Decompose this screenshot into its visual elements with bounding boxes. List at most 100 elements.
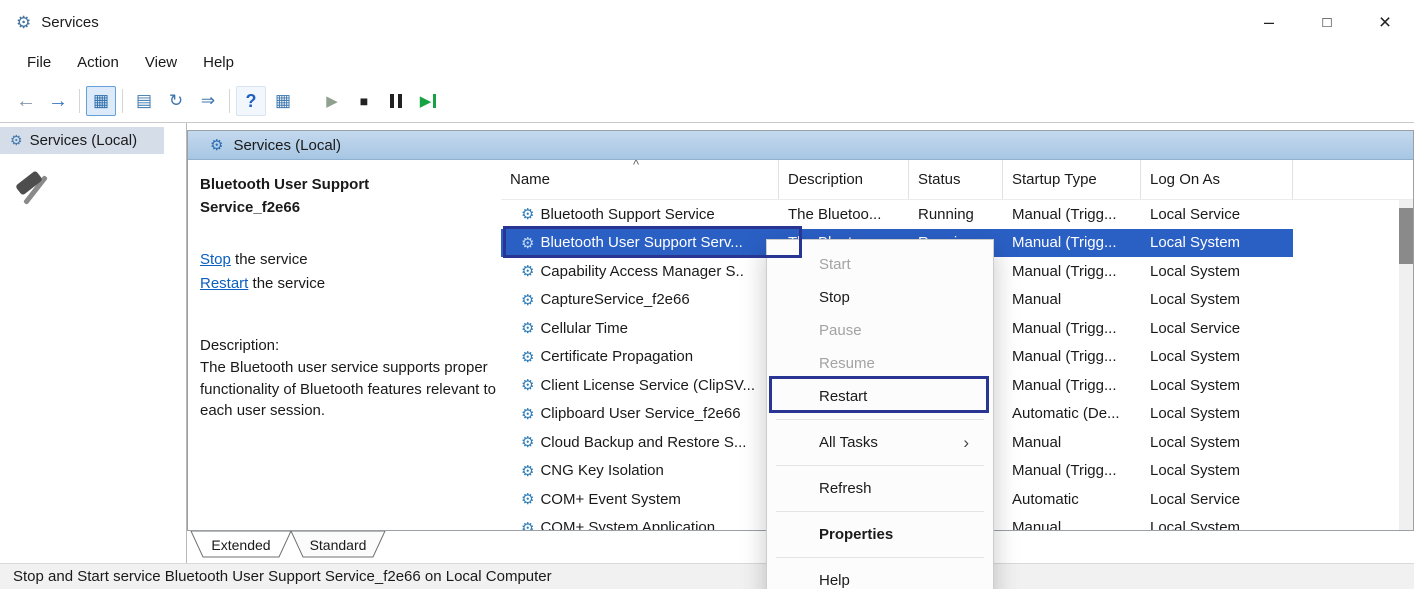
column-header-description[interactable]: Description <box>779 160 909 199</box>
menu-item-label: Help <box>819 572 850 589</box>
table-row[interactable]: ⚙Bluetooth Support Service The Bluetoo..… <box>501 200 1293 229</box>
column-header-startup-type[interactable]: Startup Type <box>1003 160 1141 199</box>
window-title: Services <box>41 14 99 31</box>
menu-help[interactable]: Help <box>190 50 247 75</box>
service-gear-icon: ⚙ <box>521 433 534 451</box>
service-gear-icon: ⚙ <box>521 462 534 480</box>
service-logon: Local System <box>1141 462 1293 479</box>
pause-bar <box>398 94 402 108</box>
service-logon: Local System <box>1141 234 1293 251</box>
menu-item-label: Stop <box>819 289 850 306</box>
context-menu: StartStopPauseResumeRestartAll Tasks›Ref… <box>766 239 994 589</box>
show-console-tree-icon[interactable]: ▦ <box>86 86 116 116</box>
service-startup-type: Manual (Trigg... <box>1003 462 1141 479</box>
close-icon[interactable]: × <box>1356 0 1414 45</box>
service-gear-icon: ⚙ <box>521 348 534 366</box>
description-label: Description: <box>200 335 502 357</box>
service-name: CNG Key Isolation <box>540 462 663 479</box>
menu-file[interactable]: File <box>14 50 64 75</box>
service-detail-pane: Bluetooth User Support Service_f2e66 Sto… <box>188 160 501 530</box>
toolbar: ← → ▦ ▤ ↻ ⇒ ? ▦ ▶ ■ ▶ <box>0 80 1414 123</box>
menu-action[interactable]: Action <box>64 50 132 75</box>
column-header-name[interactable]: Name <box>501 160 779 199</box>
context-menu-item-refresh[interactable]: Refresh <box>767 472 993 505</box>
properties-list-icon[interactable]: ▤ <box>129 86 159 116</box>
service-logon: Local Service <box>1141 491 1293 508</box>
tab-extended-label[interactable]: Extended <box>211 537 270 553</box>
annotation-box-selected-service <box>503 226 802 258</box>
service-logon: Local System <box>1141 263 1293 280</box>
view-tabs: Extended Standard <box>187 531 467 559</box>
service-logon: Local System <box>1141 348 1293 365</box>
menu-item-label: Start <box>819 256 851 273</box>
start-service-icon[interactable]: ▶ <box>317 86 347 116</box>
help-icon[interactable]: ? <box>236 86 266 116</box>
service-name: COM+ System Application <box>540 519 715 530</box>
service-startup-type: Automatic (De... <box>1003 405 1141 422</box>
tab-standard-label[interactable]: Standard <box>310 537 367 553</box>
toolbar-separator <box>79 89 80 113</box>
toolbar-separator <box>229 89 230 113</box>
service-name: Cloud Backup and Restore S... <box>540 434 746 451</box>
menu-view[interactable]: View <box>132 50 190 75</box>
view-panel-icon[interactable]: ▦ <box>268 86 298 116</box>
sort-ascending-icon: ^ <box>633 160 639 172</box>
service-startup-type: Manual (Trigg... <box>1003 320 1141 337</box>
menu-separator <box>776 557 984 558</box>
menu-item-label: Refresh <box>819 480 872 497</box>
service-name: Client License Service (ClipSV... <box>540 377 755 394</box>
service-startup-type: Manual <box>1003 291 1141 308</box>
context-menu-item-properties[interactable]: Properties <box>767 518 993 551</box>
restart-service-icon[interactable]: ▶ <box>413 86 443 116</box>
context-menu-item-all-tasks[interactable]: All Tasks› <box>767 426 993 459</box>
annotation-box-restart <box>769 376 989 413</box>
service-startup-type: Manual <box>1003 519 1141 530</box>
column-header-status[interactable]: Status <box>909 160 1003 199</box>
context-menu-item-help[interactable]: Help <box>767 564 993 589</box>
back-icon[interactable]: ← <box>11 86 41 116</box>
service-startup-type: Automatic <box>1003 491 1141 508</box>
column-header-log-on-as[interactable]: Log On As <box>1141 160 1293 199</box>
service-logon: Local Service <box>1141 206 1293 223</box>
menu-separator <box>776 419 984 420</box>
service-gear-icon: ⚙ <box>521 490 534 508</box>
service-gear-icon: ⚙ <box>521 405 534 423</box>
status-bar: Stop and Start service Bluetooth User Su… <box>0 563 1414 589</box>
description-text: The Bluetooth user service supports prop… <box>200 357 502 422</box>
minimize-icon[interactable]: – <box>1240 0 1298 45</box>
pause-service-icon[interactable] <box>381 86 411 116</box>
maximize-icon[interactable]: □ <box>1298 0 1356 45</box>
service-startup-type: Manual (Trigg... <box>1003 206 1141 223</box>
refresh-icon[interactable]: ↻ <box>161 86 191 116</box>
service-name: Capability Access Manager S.. <box>540 263 743 280</box>
menu-item-label: Resume <box>819 355 875 372</box>
vertical-scrollbar[interactable] <box>1399 200 1413 530</box>
service-startup-type: Manual (Trigg... <box>1003 263 1141 280</box>
status-text: Stop and Start service Bluetooth User Su… <box>13 568 552 585</box>
restart-service-link[interactable]: Restart <box>200 275 248 292</box>
service-logon: Local System <box>1141 405 1293 422</box>
export-list-icon[interactable]: ⇒ <box>193 86 223 116</box>
service-gear-icon: ⚙ <box>521 319 534 337</box>
stop-service-icon[interactable]: ■ <box>349 86 379 116</box>
restart-service-line: Restart the service <box>200 273 491 296</box>
forward-icon[interactable]: → <box>43 86 73 116</box>
menu-item-label: Properties <box>819 526 893 543</box>
stop-service-link[interactable]: Stop <box>200 251 231 268</box>
main-panel-title: Services (Local) <box>233 137 341 154</box>
main-panel-header: ⚙ Services (Local) <box>188 131 1413 160</box>
services-gear-icon: ⚙ <box>10 132 23 149</box>
menu-separator <box>776 465 984 466</box>
toolbar-separator <box>122 89 123 113</box>
context-menu-item-pause: Pause <box>767 314 993 347</box>
service-gear-icon: ⚙ <box>521 205 534 223</box>
service-startup-type: Manual (Trigg... <box>1003 348 1141 365</box>
scrollbar-thumb[interactable] <box>1399 208 1413 264</box>
tree-item-services-local[interactable]: ⚙ Services (Local) <box>0 127 164 154</box>
tree-item-label: Services (Local) <box>30 132 138 149</box>
service-startup-type: Manual <box>1003 434 1141 451</box>
service-name: Clipboard User Service_f2e66 <box>540 405 740 422</box>
context-menu-item-stop[interactable]: Stop <box>767 281 993 314</box>
restart-bar <box>433 94 436 108</box>
service-name: Cellular Time <box>540 320 628 337</box>
